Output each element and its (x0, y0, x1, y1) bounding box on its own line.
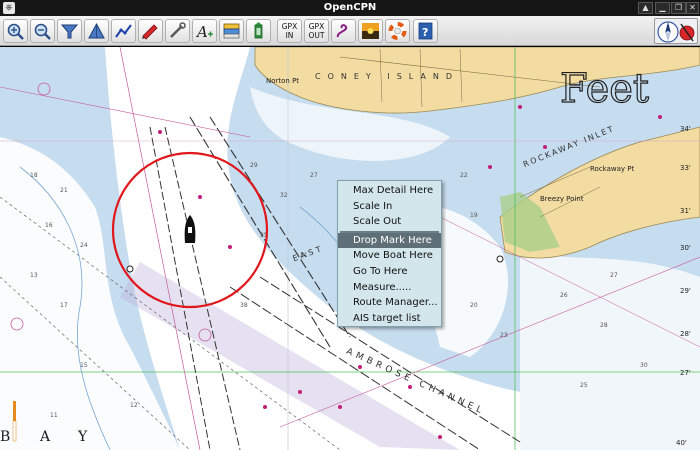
opencpn-window: ⎈ OpenCPN ▲ ▁ ❐ ✕ A GPX IN GPX OUT ? 18 … (0, 0, 700, 450)
settings-button[interactable] (165, 19, 190, 43)
svg-text:A: A (195, 23, 208, 40)
svg-text:21: 21 (60, 187, 68, 194)
svg-text:Feet: Feet (560, 66, 649, 112)
lat-label: 31' (680, 207, 691, 215)
gpx-out-line1: GPX (308, 22, 325, 31)
lat-label: 30' (680, 244, 691, 252)
svg-text:20: 20 (470, 302, 478, 309)
route-icon (115, 24, 132, 38)
svg-text:18: 18 (30, 172, 38, 179)
svg-text:29: 29 (250, 162, 258, 169)
text-a-icon: A (195, 23, 213, 40)
gpx-out-line2: OUT (308, 31, 325, 40)
magnifier-minus-icon (34, 23, 51, 40)
lat-label: 33' (680, 164, 691, 172)
life-ring-icon (388, 22, 407, 40)
svg-text:11: 11 (50, 412, 58, 419)
svg-text:12: 12 (130, 402, 138, 409)
menu-item-scale-out[interactable]: Scale Out (338, 214, 441, 230)
menu-item-move-boat[interactable]: Move Boat Here (338, 248, 441, 264)
compass-icon (657, 21, 695, 43)
svg-text:26: 26 (560, 292, 568, 299)
menu-item-measure[interactable]: Measure..... (338, 280, 441, 296)
track-button[interactable] (138, 19, 163, 43)
bay-letter: Y (78, 429, 88, 445)
svg-text:27: 27 (310, 172, 318, 179)
svg-text:16: 16 (45, 222, 53, 229)
gpx-in-line2: IN (285, 31, 294, 40)
sun-horizon-icon (362, 23, 379, 39)
chart-context-menu: Max Detail Here Scale In Scale Out Drop … (337, 180, 442, 327)
svg-text:23: 23 (500, 332, 508, 339)
gpx-in-button[interactable]: GPX IN (277, 19, 302, 43)
squiggle-icon (336, 24, 348, 38)
red-pencil-icon (142, 24, 158, 40)
svg-text:17: 17 (60, 302, 68, 309)
menu-item-max-detail[interactable]: Max Detail Here (338, 183, 441, 199)
mob-button[interactable] (385, 19, 410, 43)
svg-text:32: 32 (280, 192, 288, 199)
help-book-icon: ? (418, 22, 433, 40)
lat-label: 29' (680, 287, 691, 295)
svg-text:13: 13 (30, 272, 38, 279)
svg-text:27: 27 (610, 272, 618, 279)
chart-quilt-button[interactable] (219, 19, 244, 43)
help-button[interactable]: ? (413, 19, 438, 43)
breezy-point-label: Breezy Point (540, 195, 584, 203)
lat-label: 28' (680, 330, 691, 338)
lat-label: 27' (680, 369, 691, 377)
svg-text:38: 38 (240, 302, 248, 309)
menu-item-scale-in[interactable]: Scale In (338, 199, 441, 215)
gauge-arrows-icon (254, 22, 263, 39)
menu-item-route-manager[interactable]: Route Manager... (338, 295, 441, 311)
route-button[interactable] (111, 19, 136, 43)
svg-text:30: 30 (640, 362, 648, 369)
lat-label: 34' (680, 125, 691, 133)
gpx-in-line1: GPX (281, 22, 298, 31)
bay-letter: A (40, 429, 51, 445)
funnel-icon (60, 24, 79, 39)
zoom-out-button[interactable] (30, 19, 55, 43)
menu-item-ais-target-list[interactable]: AIS target list (338, 311, 441, 327)
menu-item-drop-mark[interactable]: Drop Mark Here (338, 232, 441, 249)
wrench-icon (170, 22, 186, 38)
window-minimize-button[interactable]: ▁ (655, 2, 670, 14)
title-bar: ⎈ OpenCPN ▲ ▁ ❐ ✕ (0, 0, 700, 16)
rockaway-pt-label: Rockaway Pt (590, 165, 635, 173)
svg-text:?: ? (422, 26, 428, 39)
zoom-in-button[interactable] (3, 19, 28, 43)
bay-letter: B (0, 429, 11, 445)
lat-label: 40' (676, 439, 687, 447)
svg-text:19: 19 (470, 212, 478, 219)
print-button[interactable] (331, 19, 356, 43)
gpx-out-button[interactable]: GPX OUT (304, 19, 329, 43)
window-up-icon[interactable]: ▲ (638, 2, 653, 14)
color-scheme-button[interactable] (358, 19, 383, 43)
text-button[interactable]: A (192, 19, 217, 43)
layers-icon (223, 23, 240, 39)
magnifier-plus-icon (7, 23, 24, 40)
svg-text:25: 25 (580, 382, 588, 389)
north-up-compass[interactable] (654, 18, 698, 44)
scale-out-button[interactable] (84, 19, 109, 43)
coney-island-label: CONEY ISLAND (315, 72, 460, 81)
window-maximize-button[interactable]: ❐ (671, 2, 686, 14)
svg-text:15: 15 (80, 362, 88, 369)
pyramid-icon (88, 22, 105, 39)
svg-text:24: 24 (80, 242, 88, 249)
main-toolbar: A GPX IN GPX OUT ? (0, 16, 700, 46)
svg-text:22: 22 (460, 172, 468, 179)
menu-item-go-to[interactable]: Go To Here (338, 264, 441, 280)
tides-button[interactable] (246, 19, 271, 43)
window-close-button[interactable]: ✕ (686, 2, 699, 14)
svg-text:28: 28 (600, 322, 608, 329)
scale-in-button[interactable] (57, 19, 82, 43)
norton-pt-label: Norton Pt (266, 77, 300, 85)
window-title: OpenCPN (323, 2, 377, 13)
